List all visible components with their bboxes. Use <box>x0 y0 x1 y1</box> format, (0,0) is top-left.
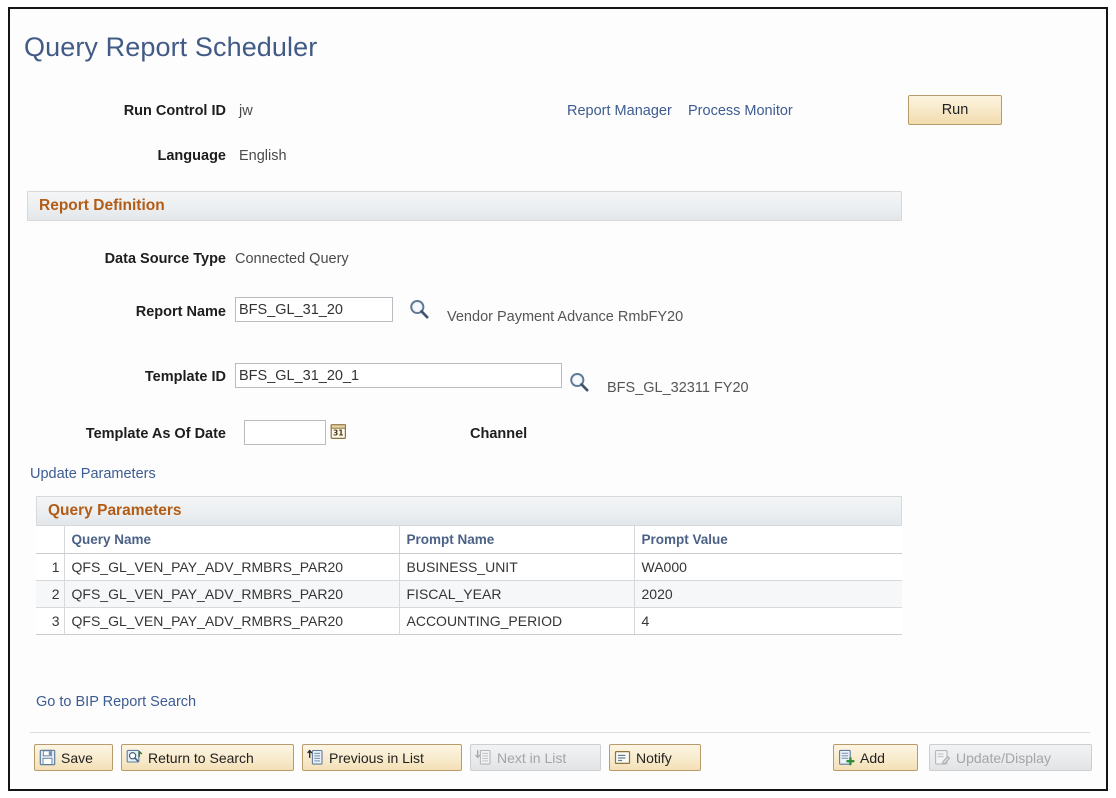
report-name-input[interactable] <box>235 297 393 322</box>
next-in-list-button-label: Next in List <box>497 749 567 766</box>
cell-prompt-value: 2020 <box>634 580 902 608</box>
add-button[interactable]: Add <box>833 744 918 771</box>
floppy-disk-icon <box>39 749 56 766</box>
next-in-list-icon <box>475 749 492 766</box>
run-control-id-label: Run Control ID <box>123 103 226 119</box>
query-parameters-table: Query Name Prompt Name Prompt Value 1 QF… <box>36 526 902 635</box>
table-row: 1 QFS_GL_VEN_PAY_ADV_RMBRS_PAR20 BUSINES… <box>36 553 902 581</box>
language-value: English <box>239 148 287 164</box>
cell-prompt-name: ACCOUNTING_PERIOD <box>399 607 635 635</box>
row-number: 3 <box>36 607 65 635</box>
notify-icon <box>614 749 631 766</box>
report-definition-section-title: Report Definition <box>39 197 165 214</box>
update-display-button-label: Update/Display <box>956 749 1051 766</box>
row-number: 1 <box>36 553 65 581</box>
template-id-description: BFS_GL_32311 FY20 <box>607 380 749 396</box>
svg-text:31: 31 <box>333 429 344 438</box>
run-button[interactable]: Run <box>908 95 1002 125</box>
add-button-label: Add <box>860 749 885 766</box>
report-manager-link[interactable]: Report Manager <box>567 103 672 119</box>
run-control-id-value: jw <box>239 103 253 119</box>
cell-query-name: QFS_GL_VEN_PAY_ADV_RMBRS_PAR20 <box>64 580 400 608</box>
update-display-icon <box>934 749 951 766</box>
previous-in-list-button[interactable]: Previous in List <box>302 744 462 771</box>
report-definition-section-bar: Report Definition <box>27 191 902 221</box>
column-header-prompt-value: Prompt Value <box>634 526 902 554</box>
report-name-description: Vendor Payment Advance RmbFY20 <box>447 309 684 325</box>
data-source-type-label: Data Source Type <box>104 251 226 267</box>
return-to-search-button-label: Return to Search <box>148 749 254 766</box>
search-return-icon <box>126 749 143 766</box>
template-as-of-date-label: Template As Of Date <box>85 426 226 442</box>
cell-prompt-value: 4 <box>634 607 902 635</box>
cell-query-name: QFS_GL_VEN_PAY_ADV_RMBRS_PAR20 <box>64 607 400 635</box>
template-id-lookup-icon[interactable] <box>568 371 590 393</box>
cell-prompt-value: WA000 <box>634 553 902 581</box>
notify-button-label: Notify <box>636 749 672 766</box>
query-parameters-section-title: Query Parameters <box>48 502 182 519</box>
table-header-row: Query Name Prompt Name Prompt Value <box>36 526 902 554</box>
notify-button[interactable]: Notify <box>609 744 701 771</box>
page-content: Query Report Scheduler Run Control ID jw… <box>10 9 1106 789</box>
cell-prompt-name: FISCAL_YEAR <box>399 580 635 608</box>
page-frame: Query Report Scheduler Run Control ID jw… <box>8 7 1108 791</box>
row-number: 2 <box>36 580 65 608</box>
template-id-label: Template ID <box>144 369 226 385</box>
process-monitor-link[interactable]: Process Monitor <box>688 103 793 119</box>
previous-in-list-button-label: Previous in List <box>329 749 424 766</box>
column-header-query-name: Query Name <box>64 526 400 554</box>
toolbar-divider <box>30 732 1090 733</box>
data-source-type-value: Connected Query <box>235 251 349 267</box>
previous-in-list-icon <box>307 749 324 766</box>
calendar-icon[interactable]: 31 <box>330 423 347 440</box>
language-label: Language <box>157 148 226 164</box>
template-id-input[interactable] <box>235 363 562 388</box>
save-button[interactable]: Save <box>34 744 113 771</box>
column-header-prompt-name: Prompt Name <box>399 526 635 554</box>
return-to-search-button[interactable]: Return to Search <box>121 744 294 771</box>
column-header-rownum <box>36 526 65 554</box>
table-row: 3 QFS_GL_VEN_PAY_ADV_RMBRS_PAR20 ACCOUNT… <box>36 607 902 635</box>
update-display-button: Update/Display <box>929 744 1092 771</box>
channel-label: Channel <box>470 426 528 442</box>
template-as-of-date-input[interactable] <box>244 420 326 445</box>
cell-prompt-name: BUSINESS_UNIT <box>399 553 635 581</box>
update-parameters-link[interactable]: Update Parameters <box>30 466 156 482</box>
report-name-label: Report Name <box>135 304 226 320</box>
query-parameters-section-bar: Query Parameters <box>36 496 902 526</box>
add-document-icon <box>838 749 855 766</box>
save-button-label: Save <box>61 749 93 766</box>
cell-query-name: QFS_GL_VEN_PAY_ADV_RMBRS_PAR20 <box>64 553 400 581</box>
table-row: 2 QFS_GL_VEN_PAY_ADV_RMBRS_PAR20 FISCAL_… <box>36 580 902 608</box>
report-name-lookup-icon[interactable] <box>408 298 430 320</box>
page-title: Query Report Scheduler <box>24 32 318 62</box>
next-in-list-button: Next in List <box>470 744 601 771</box>
go-to-bip-report-search-link[interactable]: Go to BIP Report Search <box>36 694 196 710</box>
